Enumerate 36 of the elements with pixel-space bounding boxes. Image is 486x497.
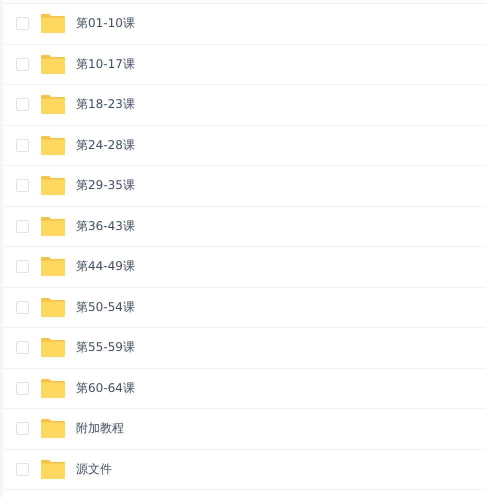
folder-icon [41, 460, 65, 479]
checkbox[interactable] [16, 98, 29, 112]
folder-icon [41, 257, 65, 276]
checkbox[interactable] [16, 138, 29, 152]
folder-name[interactable]: 第60-64课 [76, 380, 135, 397]
folder-name[interactable]: 第29-35课 [76, 177, 135, 194]
folder-name[interactable]: 第44-49课 [76, 258, 135, 276]
checkbox[interactable] [16, 422, 29, 436]
checkbox[interactable] [16, 260, 29, 274]
folder-name[interactable]: 附加教程 [76, 420, 124, 438]
folder-icon [41, 378, 65, 398]
checkbox[interactable] [16, 341, 29, 354]
folder-name[interactable]: 源文件 [76, 460, 112, 478]
checkbox[interactable] [16, 179, 29, 192]
folder-icon [41, 216, 65, 236]
folder-icon [41, 176, 65, 196]
folder-icon [41, 419, 65, 438]
checkbox[interactable] [16, 220, 29, 233]
folder-name[interactable]: 第18-23课 [76, 96, 135, 114]
folder-icon [41, 95, 65, 114]
folder-icon [41, 298, 65, 317]
folder-icon [41, 338, 65, 358]
folder-name[interactable]: 第10-17课 [76, 56, 135, 73]
checkbox[interactable] [16, 382, 29, 395]
folder-icon [41, 54, 65, 74]
folder-name[interactable]: 第36-43课 [76, 218, 135, 235]
folder-name[interactable]: 第24-28课 [76, 136, 135, 154]
checkbox[interactable] [16, 58, 29, 71]
folder-name[interactable]: 第55-59课 [76, 339, 135, 356]
folder-icon [41, 136, 65, 155]
checkbox[interactable] [16, 462, 29, 476]
folder-name[interactable]: 第01-10课 [76, 15, 135, 32]
checkbox[interactable] [16, 300, 29, 314]
checkbox[interactable] [16, 17, 29, 30]
folder-icon [41, 14, 65, 34]
folder-name[interactable]: 第50-54课 [76, 298, 135, 316]
